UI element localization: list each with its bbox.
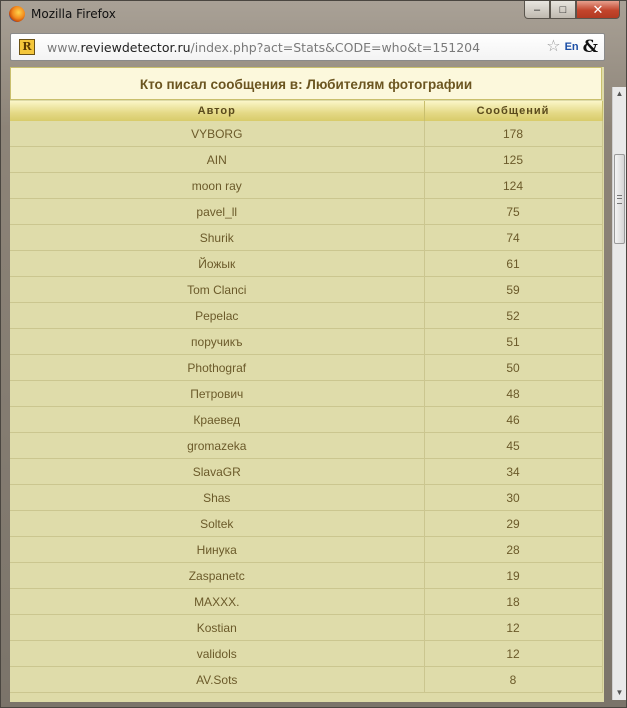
- table-body: VYBORG 178 AIN 125 moon ray 124 pavel_ll 75 Shur…: [10, 121, 603, 693]
- address-bar-actions: ☆ En &: [546, 38, 598, 56]
- author-name[interactable]: Краевед: [10, 406, 425, 433]
- author-name[interactable]: VYBORG: [10, 121, 425, 147]
- title-bar[interactable]: Mozilla Firefox – □ ✕: [1, 1, 626, 27]
- scroll-down-arrow-icon[interactable]: ▼: [613, 686, 626, 700]
- message-count: 48: [424, 380, 603, 407]
- message-count: 52: [424, 302, 603, 329]
- author-name[interactable]: Петрович: [10, 380, 425, 407]
- message-count: 74: [424, 224, 603, 251]
- author-name[interactable]: Zaspanetc: [10, 562, 425, 589]
- url-host: reviewdetector.ru: [80, 40, 191, 55]
- language-icon[interactable]: En: [565, 38, 579, 56]
- table-row: Йожык 61: [10, 250, 603, 277]
- page-title: Кто писал сообщения в: Любителям фотогра…: [10, 67, 602, 100]
- table-header-row: Автор Сообщений: [10, 101, 603, 121]
- author-name[interactable]: moon ray: [10, 172, 425, 199]
- table-row: Shas 30: [10, 484, 603, 511]
- author-name[interactable]: AIN: [10, 146, 425, 173]
- author-name[interactable]: AV.Sots: [10, 666, 425, 693]
- page-content: Кто писал сообщения в: Любителям фотогра…: [10, 67, 604, 702]
- author-name[interactable]: Йожык: [10, 250, 425, 277]
- message-count: 46: [424, 406, 603, 433]
- maximize-button[interactable]: □: [550, 1, 576, 19]
- scroll-thumb[interactable]: [614, 154, 625, 244]
- poster-stats-table: Автор Сообщений VYBORG 178 AIN 125 moon ray 1…: [10, 101, 603, 693]
- column-header-author: Автор: [10, 101, 425, 121]
- window-controls: – □ ✕: [524, 1, 620, 20]
- message-count: 125: [424, 146, 603, 173]
- message-count: 12: [424, 614, 603, 641]
- table-row: Нинука 28: [10, 536, 603, 563]
- table-row: Tom Clanci 59: [10, 276, 603, 303]
- scroll-up-arrow-icon[interactable]: ▲: [613, 87, 626, 101]
- table-row: Kostian 12: [10, 614, 603, 641]
- message-count: 75: [424, 198, 603, 225]
- author-name[interactable]: SlavaGR: [10, 458, 425, 485]
- browser-window: Mozilla Firefox – □ ✕ R www.reviewdetect…: [0, 0, 627, 708]
- author-name[interactable]: MAXXX.: [10, 588, 425, 615]
- table-row: Shurik 74: [10, 224, 603, 251]
- vertical-scrollbar[interactable]: ▲ ▼: [612, 87, 626, 700]
- amp-icon[interactable]: &: [583, 38, 598, 56]
- author-name[interactable]: Нинука: [10, 536, 425, 563]
- author-name[interactable]: Kostian: [10, 614, 425, 641]
- message-count: 59: [424, 276, 603, 303]
- table-row: VYBORG 178: [10, 121, 603, 147]
- author-name[interactable]: Shurik: [10, 224, 425, 251]
- url-prefix: www.: [47, 40, 81, 55]
- address-bar[interactable]: R www.reviewdetector.ru/index.php?act=St…: [10, 33, 605, 61]
- firefox-logo-icon: [9, 6, 25, 22]
- message-count: 61: [424, 250, 603, 277]
- author-name[interactable]: Phothograf: [10, 354, 425, 381]
- table-row: Краевед 46: [10, 406, 603, 433]
- window-title: Mozilla Firefox: [31, 7, 116, 21]
- message-count: 19: [424, 562, 603, 589]
- message-count: 18: [424, 588, 603, 615]
- table-row: validols 12: [10, 640, 603, 667]
- table-row: moon ray 124: [10, 172, 603, 199]
- table-row: Soltek 29: [10, 510, 603, 537]
- table-row: Phothograf 50: [10, 354, 603, 381]
- site-favicon-icon: R: [19, 39, 35, 55]
- url-path: /index.php?act=Stats&CODE=who&t=151204: [190, 40, 481, 55]
- bookmark-star-icon[interactable]: ☆: [546, 38, 560, 56]
- table-row: AIN 125: [10, 146, 603, 173]
- author-name[interactable]: Tom Clanci: [10, 276, 425, 303]
- author-name[interactable]: Pepelac: [10, 302, 425, 329]
- table-row: Pepelac 52: [10, 302, 603, 329]
- author-name[interactable]: pavel_ll: [10, 198, 425, 225]
- message-count: 124: [424, 172, 603, 199]
- author-name[interactable]: gromazeka: [10, 432, 425, 459]
- message-count: 28: [424, 536, 603, 563]
- page-viewport: Кто писал сообщения в: Любителям фотогра…: [10, 67, 604, 702]
- message-count: 45: [424, 432, 603, 459]
- table-row: Петрович 48: [10, 380, 603, 407]
- message-count: 34: [424, 458, 603, 485]
- grip-icon: [617, 195, 622, 204]
- table-row: Zaspanetc 19: [10, 562, 603, 589]
- message-count: 178: [424, 121, 603, 147]
- table-row: SlavaGR 34: [10, 458, 603, 485]
- author-name[interactable]: поручикъ: [10, 328, 425, 355]
- author-name[interactable]: Shas: [10, 484, 425, 511]
- table-row: pavel_ll 75: [10, 198, 603, 225]
- message-count: 8: [424, 666, 603, 693]
- table-row: MAXXX. 18: [10, 588, 603, 615]
- minimize-button[interactable]: –: [524, 1, 550, 19]
- message-count: 51: [424, 328, 603, 355]
- table-row: gromazeka 45: [10, 432, 603, 459]
- author-name[interactable]: validols: [10, 640, 425, 667]
- table-row: поручикъ 51: [10, 328, 603, 355]
- message-count: 50: [424, 354, 603, 381]
- url-text[interactable]: www.reviewdetector.ru/index.php?act=Stat…: [47, 40, 480, 55]
- message-count: 12: [424, 640, 603, 667]
- column-header-count: Сообщений: [424, 101, 603, 121]
- author-name[interactable]: Soltek: [10, 510, 425, 537]
- table-row: AV.Sots 8: [10, 666, 603, 693]
- message-count: 30: [424, 484, 603, 511]
- message-count: 29: [424, 510, 603, 537]
- close-button[interactable]: ✕: [576, 1, 620, 19]
